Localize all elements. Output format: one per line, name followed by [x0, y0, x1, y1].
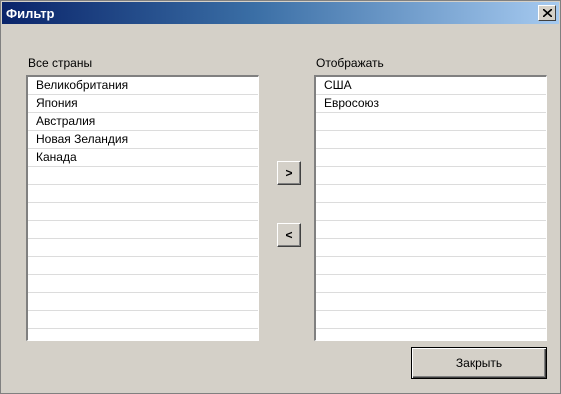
all-countries-list[interactable]: Великобритания Япония Австралия Новая Зелан… [26, 75, 259, 341]
list-item[interactable]: Япония [28, 95, 258, 113]
filter-dialog: Фильтр Все страны Великобритания Япония Ав… [0, 0, 561, 394]
display-label: Отображать [316, 56, 384, 70]
empty-list-row [28, 221, 258, 239]
empty-list-row [316, 221, 546, 239]
empty-list-row [316, 149, 546, 167]
move-left-button[interactable]: < [277, 223, 301, 247]
empty-list-row [28, 167, 258, 185]
display-list[interactable]: США Евросоюз [314, 75, 547, 341]
list-item[interactable]: Австралия [28, 113, 258, 131]
empty-list-row [28, 203, 258, 221]
all-countries-label: Все страны [28, 56, 93, 70]
list-item[interactable]: Новая Зеландия [28, 131, 258, 149]
list-item[interactable]: Канада [28, 149, 258, 167]
close-button[interactable]: Закрыть [411, 347, 547, 379]
empty-list-row [316, 113, 546, 131]
close-window-button[interactable] [538, 5, 556, 21]
empty-list-row [316, 131, 546, 149]
empty-list-row [28, 185, 258, 203]
empty-list-row [28, 293, 258, 311]
empty-list-row [28, 311, 258, 329]
empty-list-row [316, 185, 546, 203]
list-item[interactable]: Евросоюз [316, 95, 546, 113]
empty-list-row [316, 275, 546, 293]
empty-list-row [316, 167, 546, 185]
empty-list-row [28, 257, 258, 275]
move-right-button[interactable]: > [277, 161, 301, 185]
empty-list-row [316, 293, 546, 311]
empty-list-row [316, 239, 546, 257]
empty-list-row [28, 239, 258, 257]
list-item[interactable]: Великобритания [28, 77, 258, 95]
close-icon [543, 9, 552, 17]
list-item[interactable]: США [316, 77, 546, 95]
empty-list-row [28, 275, 258, 293]
window-title: Фильтр [6, 6, 55, 21]
empty-list-row [316, 203, 546, 221]
title-bar[interactable]: Фильтр [2, 2, 559, 24]
empty-list-row [316, 311, 546, 329]
empty-list-row [316, 257, 546, 275]
